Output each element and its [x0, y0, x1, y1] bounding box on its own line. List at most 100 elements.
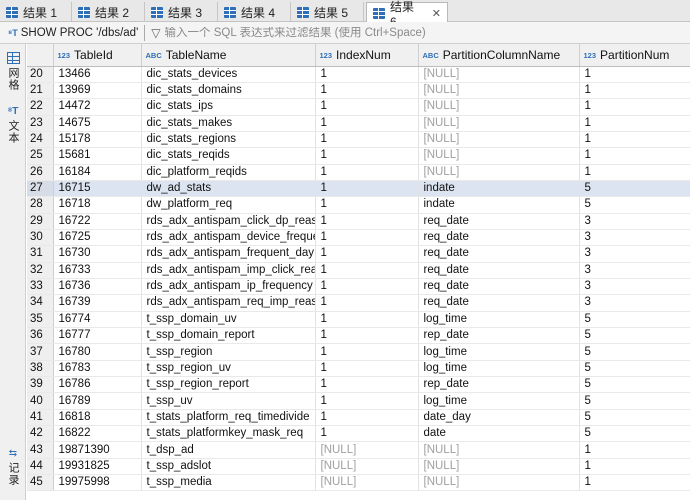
table-row[interactable]: 29 16722 rds_adx_antispam_click_dp_reasc 1 r…: [27, 213, 690, 230]
cell-partitioncolumnname[interactable]: [NULL]: [418, 474, 580, 492]
cell-partitioncolumnname[interactable]: log_time: [418, 360, 580, 378]
cell-partitioncolumnname[interactable]: [NULL]: [418, 98, 580, 116]
cell-tableid[interactable]: 14472: [53, 98, 142, 116]
cell-tablename[interactable]: rds_adx_antispam_ip_frequency: [141, 278, 316, 296]
cell-tableid[interactable]: 13969: [53, 82, 142, 100]
cell-partitioncolumnname[interactable]: [NULL]: [418, 164, 580, 181]
cell-partitionnum[interactable]: 5: [579, 376, 690, 394]
query-label[interactable]: SHOW PROC '/dbs/ad': [21, 27, 139, 39]
cell-tableid[interactable]: 16184: [53, 164, 142, 181]
cell-partitioncolumnname[interactable]: log_time: [418, 343, 580, 361]
cell-indexnum[interactable]: 1: [315, 343, 419, 361]
cell-partitioncolumnname[interactable]: req_date: [418, 213, 580, 230]
column-header-partitioncolumnname[interactable]: ABC PartitionColumnName: [418, 44, 580, 67]
cell-partitionnum[interactable]: 1: [579, 131, 690, 149]
cell-partitionnum[interactable]: 5: [579, 196, 690, 214]
cell-tablename[interactable]: t_ssp_adslot: [141, 458, 316, 476]
cell-tablename[interactable]: rds_adx_antispam_device_frequer: [141, 229, 316, 247]
row-number[interactable]: 25: [27, 147, 54, 165]
table-row[interactable]: 38 16783 t_ssp_region_uv 1 log_time 5: [27, 360, 690, 378]
row-number[interactable]: 30: [27, 229, 54, 247]
row-number-header[interactable]: [27, 44, 54, 67]
cell-partitioncolumnname[interactable]: req_date: [418, 278, 580, 296]
cell-partitioncolumnname[interactable]: req_date: [418, 262, 580, 279]
row-number[interactable]: 21: [27, 82, 54, 100]
cell-tablename[interactable]: rds_adx_antispam_imp_click_reas: [141, 262, 316, 279]
filter-icon[interactable]: ▽: [151, 26, 160, 40]
column-header-indexnum[interactable]: 123 IndexNum: [315, 44, 419, 67]
table-row[interactable]: 35 16774 t_ssp_domain_uv 1 log_time 5: [27, 311, 690, 329]
close-icon[interactable]: ✕: [432, 7, 441, 20]
table-row[interactable]: 22 14472 dic_stats_ips 1 [NULL] 1: [27, 98, 690, 116]
cell-tablename[interactable]: dic_stats_regions: [141, 131, 316, 149]
row-number[interactable]: 40: [27, 392, 54, 410]
cell-partitioncolumnname[interactable]: rep_date: [418, 376, 580, 394]
cell-tableid[interactable]: 16739: [53, 294, 142, 312]
row-number[interactable]: 39: [27, 376, 54, 394]
row-number[interactable]: 45: [27, 474, 54, 492]
cell-tablename[interactable]: rds_adx_antispam_frequent_day: [141, 245, 316, 263]
cell-tableid[interactable]: 16736: [53, 278, 142, 296]
record-view-button[interactable]: ⇆ 记录: [4, 448, 22, 486]
cell-partitionnum[interactable]: 1: [579, 66, 690, 83]
cell-tableid[interactable]: 16715: [53, 180, 142, 198]
table-row[interactable]: 28 16718 dw_platform_req 1 indate 5: [27, 196, 690, 214]
table-row[interactable]: 44 19931825 t_ssp_adslot [NULL] [NULL] 1: [27, 458, 690, 476]
cell-tablename[interactable]: t_stats_platform_req_timedivide: [141, 409, 316, 427]
cell-partitionnum[interactable]: 1: [579, 147, 690, 165]
text-view-button[interactable]: ⁸T 文本: [4, 106, 22, 144]
cell-partitionnum[interactable]: 3: [579, 245, 690, 263]
table-row[interactable]: 20 13466 dic_stats_devices 1 [NULL] 1: [27, 66, 690, 83]
cell-partitionnum[interactable]: 3: [579, 294, 690, 312]
cell-partitioncolumnname[interactable]: req_date: [418, 294, 580, 312]
cell-partitionnum[interactable]: 1: [579, 474, 690, 492]
cell-partitioncolumnname[interactable]: [NULL]: [418, 458, 580, 476]
cell-indexnum[interactable]: 1: [315, 311, 419, 329]
cell-indexnum[interactable]: 1: [315, 164, 419, 181]
cell-partitioncolumnname[interactable]: [NULL]: [418, 115, 580, 132]
table-row[interactable]: 26 16184 dic_platform_reqids 1 [NULL] 1: [27, 164, 690, 181]
cell-tableid[interactable]: 16818: [53, 409, 142, 427]
cell-partitionnum[interactable]: 5: [579, 409, 690, 427]
cell-tableid[interactable]: 14675: [53, 115, 142, 132]
table-row[interactable]: 24 15178 dic_stats_regions 1 [NULL] 1: [27, 131, 690, 149]
cell-indexnum[interactable]: [NULL]: [315, 458, 419, 476]
cell-indexnum[interactable]: 1: [315, 213, 419, 230]
cell-tablename[interactable]: t_ssp_region_report: [141, 376, 316, 394]
cell-partitionnum[interactable]: 1: [579, 82, 690, 100]
tab-result-4[interactable]: 结果 4: [218, 2, 291, 22]
cell-tablename[interactable]: dic_stats_reqids: [141, 147, 316, 165]
row-number[interactable]: 31: [27, 245, 54, 263]
cell-tablename[interactable]: t_ssp_region_uv: [141, 360, 316, 378]
cell-indexnum[interactable]: 1: [315, 115, 419, 132]
results-grid[interactable]: 123 TableId ABC TableName 123 IndexNum ABC P…: [27, 44, 690, 500]
cell-indexnum[interactable]: [NULL]: [315, 441, 419, 459]
cell-tableid[interactable]: 16722: [53, 213, 142, 230]
cell-tablename[interactable]: rds_adx_antispam_req_imp_reasc: [141, 294, 316, 312]
cell-partitionnum[interactable]: 1: [579, 441, 690, 459]
cell-tableid[interactable]: 16780: [53, 343, 142, 361]
cell-tablename[interactable]: t_ssp_domain_report: [141, 327, 316, 345]
cell-partitionnum[interactable]: 3: [579, 229, 690, 247]
row-number[interactable]: 23: [27, 115, 54, 132]
filter-input[interactable]: [164, 26, 605, 39]
cell-partitionnum[interactable]: 5: [579, 343, 690, 361]
column-header-tableid[interactable]: 123 TableId: [53, 44, 142, 67]
cell-indexnum[interactable]: 1: [315, 262, 419, 279]
grid-view-button[interactable]: 网格: [4, 52, 22, 91]
cell-tableid[interactable]: 15178: [53, 131, 142, 149]
cell-partitionnum[interactable]: 3: [579, 213, 690, 230]
row-number[interactable]: 20: [27, 66, 54, 83]
cell-tableid[interactable]: 16725: [53, 229, 142, 247]
cell-tablename[interactable]: t_dsp_ad: [141, 441, 316, 459]
cell-tableid[interactable]: 16786: [53, 376, 142, 394]
cell-tablename[interactable]: dw_platform_req: [141, 196, 316, 214]
table-row[interactable]: 27 16715 dw_ad_stats 1 indate 5: [27, 180, 690, 198]
cell-partitionnum[interactable]: 5: [579, 360, 690, 378]
cell-tableid[interactable]: 16822: [53, 425, 142, 443]
cell-tableid[interactable]: 16733: [53, 262, 142, 279]
table-row[interactable]: 21 13969 dic_stats_domains 1 [NULL] 1: [27, 82, 690, 100]
cell-partitionnum[interactable]: 5: [579, 392, 690, 410]
row-number[interactable]: 32: [27, 262, 54, 279]
cell-partitionnum[interactable]: 1: [579, 98, 690, 116]
